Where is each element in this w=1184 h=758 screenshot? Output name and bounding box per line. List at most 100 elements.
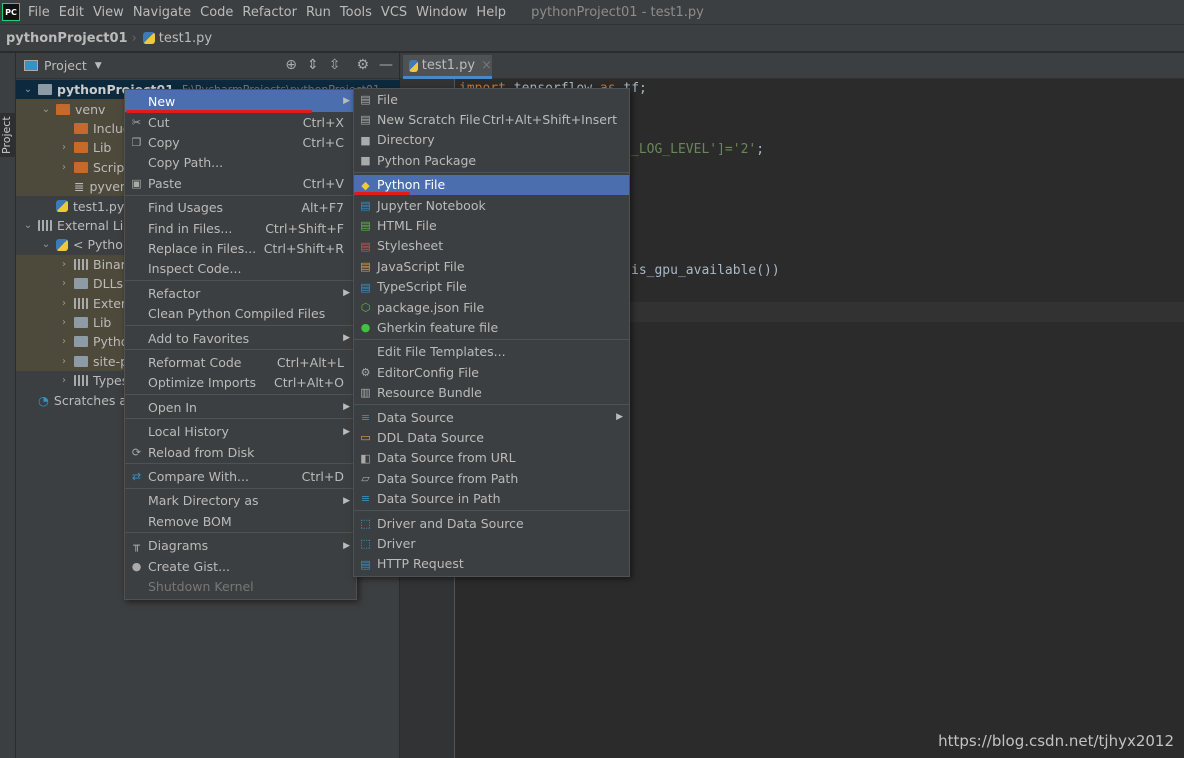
menu-item-compare-with[interactable]: ⇄ Compare With... Ctrl+D [125, 466, 356, 486]
chevron-right-icon[interactable]: › [58, 278, 70, 289]
menu-item-label: Find Usages [148, 200, 224, 216]
chevron-right-icon[interactable]: › [58, 142, 70, 153]
menu-item-data-source-from-url[interactable]: ◧ Data Source from URL [354, 448, 629, 468]
javascript-file-icon: ▤ [360, 260, 371, 274]
menu-item-driver[interactable]: ⬚ Driver [354, 533, 629, 553]
menu-item-optimize-imports[interactable]: Optimize Imports Ctrl+Alt+O [125, 373, 356, 393]
menu-item-new-scratch-file[interactable]: ▤ New Scratch File Ctrl+Alt+Shift+Insert [354, 109, 629, 129]
menu-window[interactable]: Window [416, 5, 467, 20]
menu-item-replace-in-files[interactable]: Replace in Files... Ctrl+Shift+R [125, 238, 356, 258]
menu-item-new[interactable]: New ▶ [125, 90, 356, 112]
menu-view[interactable]: View [93, 5, 124, 20]
menu-item-cut[interactable]: ✂ Cut Ctrl+X [125, 112, 356, 132]
menu-code[interactable]: Code [200, 5, 233, 20]
project-view-selector[interactable]: Project [44, 58, 87, 73]
menu-item-http-request[interactable]: ▤ HTTP Request [354, 554, 629, 574]
library-icon [38, 219, 52, 231]
menu-item-paste[interactable]: ▣ Paste Ctrl+V [125, 173, 356, 193]
menu-item-data-source-from-path[interactable]: ▱ Data Source from Path [354, 468, 629, 488]
menu-item-html-file[interactable]: ▤ HTML File [354, 215, 629, 235]
menu-item-reformat-code[interactable]: Reformat Code Ctrl+Alt+L [125, 352, 356, 372]
menu-run[interactable]: Run [306, 5, 331, 20]
menu-item-typescript-file[interactable]: ▤ TypeScript File [354, 277, 629, 297]
locate-icon[interactable]: ⊕ [285, 57, 297, 73]
menu-item-label: Reformat Code [148, 354, 242, 370]
hide-icon[interactable]: — [379, 57, 393, 73]
menu-item-jupyter-notebook[interactable]: ▤ Jupyter Notebook [354, 195, 629, 215]
menu-item-open-in[interactable]: Open In ▶ [125, 397, 356, 417]
breadcrumb-project[interactable]: pythonProject01 [6, 31, 128, 46]
breadcrumb-file[interactable]: test1.py [159, 31, 212, 46]
driver-and-data-source-icon: ⬚ [360, 516, 371, 530]
menu-navigate[interactable]: Navigate [133, 5, 191, 20]
menu-tools[interactable]: Tools [340, 5, 372, 20]
resource-bundle-icon: ▥ [360, 386, 371, 400]
project-tool-button[interactable]: Project [0, 113, 16, 157]
chevron-right-icon[interactable]: › [58, 317, 70, 328]
menu-vcs[interactable]: VCS [381, 5, 407, 20]
chevron-right-icon[interactable]: › [58, 162, 70, 173]
menu-item-javascript-file[interactable]: ▤ JavaScript File [354, 256, 629, 276]
chevron-down-icon[interactable]: ⌄ [22, 84, 34, 95]
tab-test1-py[interactable]: test1.py × [403, 55, 492, 79]
menu-item-editorconfig-file[interactable]: ⚙ EditorConfig File [354, 362, 629, 382]
menu-item-directory[interactable]: ■ Directory [354, 130, 629, 150]
chevron-right-icon[interactable]: › [58, 356, 70, 367]
menu-item-refactor[interactable]: Refactor ▶ [125, 283, 356, 303]
chevron-down-icon[interactable]: ⌄ [40, 239, 52, 250]
menu-item-remove-bom[interactable]: Remove BOM [125, 511, 356, 531]
menu-item-edit-file-templates[interactable]: Edit File Templates... [354, 342, 629, 362]
menu-item-stylesheet[interactable]: ▤ Stylesheet [354, 236, 629, 256]
menu-item-diagrams[interactable]: ╥ Diagrams ▶ [125, 535, 356, 555]
menu-item-find-usages[interactable]: Find Usages Alt+F7 [125, 198, 356, 218]
menu-item-file[interactable]: ▤ File [354, 89, 629, 109]
menu-item-resource-bundle[interactable]: ▥ Resource Bundle [354, 382, 629, 402]
menu-item-find-in-files[interactable]: Find in Files... Ctrl+Shift+F [125, 218, 356, 238]
menu-item-copy-path[interactable]: Copy Path... [125, 153, 356, 173]
menu-item-python-package[interactable]: ■ Python Package [354, 150, 629, 170]
menu-item-create-gist[interactable]: ● Create Gist... [125, 556, 356, 576]
menu-item-driver-and-data-source[interactable]: ⬚ Driver and Data Source [354, 513, 629, 533]
settings-gear-icon[interactable]: ⚙ [356, 57, 369, 73]
menu-item-label: Stylesheet [377, 238, 444, 254]
menu-item-data-source[interactable]: ≡ Data Source ▶ [354, 407, 629, 427]
menu-item-label: Refactor [148, 285, 201, 301]
menu-item-label: File [377, 91, 398, 107]
html-file-icon: ▤ [360, 219, 371, 233]
menu-item-copy[interactable]: ❐ Copy Ctrl+C [125, 132, 356, 152]
menu-item-ddl-data-source[interactable]: ▭ DDL Data Source [354, 427, 629, 447]
menu-refactor[interactable]: Refactor [242, 5, 297, 20]
menu-edit[interactable]: Edit [59, 5, 84, 20]
chevron-down-icon[interactable]: ⌄ [40, 104, 52, 115]
compare-with-icon: ⇄ [131, 470, 142, 484]
menu-item-reload-from-disk[interactable]: ⟳ Reload from Disk [125, 442, 356, 462]
folder-orange-icon [74, 161, 88, 173]
menu-item-clean-python-compiled-files[interactable]: Clean Python Compiled Files [125, 304, 356, 324]
menu-item-gherkin-feature-file[interactable]: ● Gherkin feature file [354, 317, 629, 337]
menu-item-add-to-favorites[interactable]: Add to Favorites ▶ [125, 328, 356, 348]
menu-item-label: Resource Bundle [377, 385, 482, 401]
code-line-6[interactable]: is_gpu_available()) [631, 263, 780, 278]
chevron-right-icon[interactable]: › [58, 259, 70, 270]
menu-item-inspect-code[interactable]: Inspect Code... [125, 259, 356, 279]
jupyter-notebook-icon: ▤ [360, 198, 371, 212]
code-line-3[interactable]: _LOG_LEVEL']='2'; [631, 142, 764, 157]
menu-item-local-history[interactable]: Local History ▶ [125, 421, 356, 441]
menu-item-data-source-in-path[interactable]: ≡ Data Source in Path [354, 488, 629, 508]
expand-all-icon[interactable]: ⇕ [307, 57, 319, 73]
chevron-right-icon[interactable]: › [58, 298, 70, 309]
chevron-down-icon[interactable]: ⌄ [22, 220, 34, 231]
folder-orange-icon [74, 122, 88, 134]
menu-file[interactable]: File [28, 5, 50, 20]
menu-item-package-json-file[interactable]: ⬡ package.json File [354, 297, 629, 317]
chevron-right-icon[interactable]: › [58, 375, 70, 386]
dropdown-icon[interactable]: ▼ [95, 61, 102, 71]
collapse-all-icon[interactable]: ⇳ [329, 57, 341, 73]
close-tab-icon[interactable]: × [481, 58, 492, 73]
shortcut: Alt+F7 [301, 200, 344, 216]
menu-item-mark-directory-as[interactable]: Mark Directory as ▶ [125, 491, 356, 511]
project-view-icon [24, 60, 38, 71]
python-file-icon: ◆ [361, 178, 370, 192]
chevron-right-icon[interactable]: › [58, 336, 70, 347]
menu-help[interactable]: Help [476, 5, 506, 20]
